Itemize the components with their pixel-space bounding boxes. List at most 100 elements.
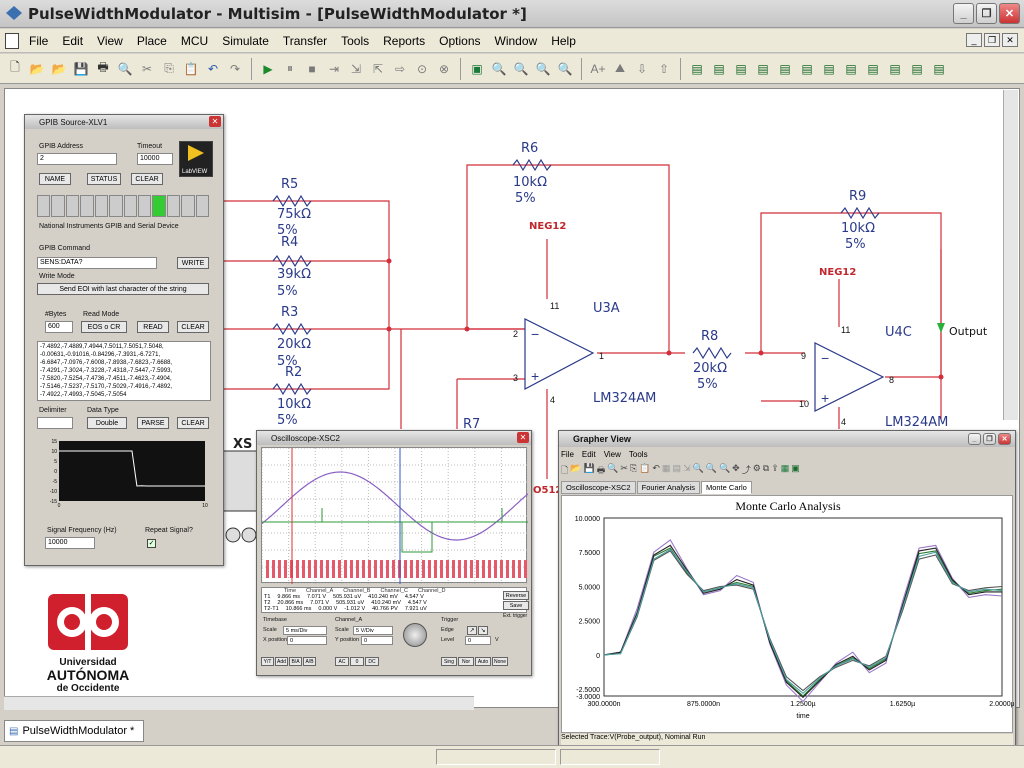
toggle-breakpoint-icon[interactable]: ⊙ [413,60,431,78]
excel-icon[interactable]: ▦ [781,463,790,477]
paste-icon[interactable]: 📋 [182,60,200,78]
write-button[interactable]: WRITE [177,257,209,269]
gpib-command-field[interactable]: SENS:DATA? [37,257,157,269]
zoom-out-icon[interactable]: 🔍 [706,463,717,477]
restore-button[interactable]: ❐ [976,3,997,24]
properties-icon[interactable]: ⚙ [753,463,761,477]
channel-selector-knob[interactable] [403,623,427,647]
zoom-area-icon[interactable]: ▣ [468,60,486,78]
auto-mode-button[interactable]: Auto [475,657,491,666]
write-mode-select[interactable]: Send EOI with last character of the stri… [37,283,209,295]
copy-icon[interactable]: ⎘ [160,60,178,78]
delimiter-field[interactable] [37,417,73,429]
new-icon[interactable]: 🗋 [6,60,24,78]
instrument-logic-analyzer-icon[interactable]: ▤ [842,60,860,78]
instrument-function-generator-icon[interactable]: ▤ [710,60,728,78]
grapher-title-bar[interactable]: Grapher View _ ❐ ✕ [559,431,1015,447]
menu-window[interactable]: Window [495,34,538,48]
yt-button[interactable]: Y/T [261,657,274,666]
menu-file[interactable]: File [29,34,48,48]
instrument-multimeter-icon[interactable]: ▤ [688,60,706,78]
menu-options[interactable]: Options [439,34,480,48]
name-button[interactable]: NAME [39,173,71,185]
instrument-counter-icon[interactable]: ▤ [798,60,816,78]
mdi-close-button[interactable]: ✕ [1002,33,1018,47]
instrument-spectrum-icon[interactable]: ▤ [908,60,926,78]
gpib-source-window[interactable]: GPIB Source-XLV1 ✕ GPIB Address 2 Timeout… [24,114,224,566]
menu-help[interactable]: Help [551,34,576,48]
remove-breakpoints-icon[interactable]: ⊗ [435,60,453,78]
undo-icon[interactable]: ↶ [652,463,660,477]
undo-icon[interactable]: ↶ [204,60,222,78]
copy-icon[interactable]: ⎘ [630,463,637,477]
ab-button[interactable]: A/B [303,657,316,666]
x-position-field[interactable]: 0 [287,636,327,645]
channel-scale-field[interactable]: 5 V/Div [353,626,393,635]
instrument-iv-icon[interactable]: ▤ [864,60,882,78]
add-button[interactable]: Add [275,657,288,666]
signal-frequency-field[interactable]: 10000 [45,537,95,549]
zoom-in-icon[interactable]: 🔍 [693,463,704,477]
dc-coupling-button[interactable]: DC [365,657,379,666]
response-text-area[interactable]: -7.4892,-7.4889,7.4944,7.5011,7.5051,7.5… [37,341,211,401]
rising-edge-icon[interactable]: ↗ [467,626,477,635]
grapher-menu-tools[interactable]: Tools [629,450,648,459]
oscilloscope-screen[interactable] [261,447,529,585]
mdi-minimize-button[interactable]: _ [966,33,982,47]
pan-icon[interactable]: ✥ [732,463,740,477]
clear-parse-button[interactable]: CLEAR [177,417,209,429]
run-icon[interactable]: ▶ [259,60,277,78]
step-over-icon[interactable]: ⇲ [347,60,365,78]
print-icon[interactable]: 🖶 [94,60,112,78]
grapher-view-window[interactable]: Grapher View _ ❐ ✕ File Edit View Tools … [558,430,1016,746]
legend-icon[interactable]: ▤ [672,463,681,477]
open-icon[interactable]: 📂 [28,60,46,78]
falling-edge-icon[interactable]: ↘ [478,626,488,635]
read-mode-select[interactable]: EOS o CR [81,321,127,333]
text-size-icon[interactable]: A+ [589,60,607,78]
menu-transfer[interactable]: Transfer [283,34,327,48]
graph-icon[interactable]: ⛰ [611,60,629,78]
grapher-menu-file[interactable]: File [561,450,574,459]
none-mode-button[interactable]: None [492,657,508,666]
minimize-button[interactable]: _ [953,3,974,24]
print-preview-icon[interactable]: 🔍 [116,60,134,78]
monte-carlo-plot-area[interactable]: Monte Carlo Analysis 10.0000 7.5000 5.0000 2… [561,495,1015,733]
y-position-field[interactable]: 0 [361,636,393,645]
oscilloscope-close-button[interactable]: ✕ [517,432,529,443]
save-icon[interactable]: 💾 [583,463,594,477]
marker-icon[interactable]: ⇧ [655,60,673,78]
vertical-scrollbar[interactable] [1003,90,1018,420]
zoom-full-icon[interactable]: 🔍 [556,60,574,78]
open-sample-icon[interactable]: 📂 [50,60,68,78]
mdi-restore-button[interactable]: ❐ [984,33,1000,47]
zoom-fit-icon[interactable]: 🔍 [534,60,552,78]
tab-fourier[interactable]: Fourier Analysis [636,481,700,494]
horizontal-scrollbar[interactable] [4,696,474,710]
select-trace-icon[interactable]: ⤴ [742,463,751,477]
parse-button[interactable]: PARSE [137,417,169,429]
menu-view[interactable]: View [97,34,123,48]
menu-mcu[interactable]: MCU [181,34,208,48]
timebase-scale-field[interactable]: 5 ms/Div [283,626,327,635]
instrument-distortion-icon[interactable]: ▤ [886,60,904,78]
trigger-level-field[interactable]: 0 [465,636,491,645]
close-button[interactable]: ✕ [999,3,1020,24]
labview-export-icon[interactable]: ▣ [791,463,800,477]
status-button[interactable]: STATUS [87,173,121,185]
ba-button[interactable]: B/A [289,657,302,666]
oscilloscope-title-bar[interactable]: Oscilloscope-XSC2 ✕ [257,431,531,445]
print-icon[interactable]: 🖶 [597,463,606,477]
repeat-signal-checkbox[interactable]: ✓ [147,539,156,548]
open-icon[interactable]: 📂 [570,463,581,477]
print-preview-icon[interactable]: 🔍 [607,463,618,477]
menu-edit[interactable]: Edit [62,34,83,48]
grapher-menu-view[interactable]: View [604,450,621,459]
gpib-address-field[interactable]: 2 [37,153,117,165]
clear-read-button[interactable]: CLEAR [177,321,209,333]
overlay-icon[interactable]: ⧉ [763,463,769,477]
gpib-title-bar[interactable]: GPIB Source-XLV1 ✕ [25,115,223,129]
gpib-close-button[interactable]: ✕ [209,116,221,127]
zoom-fit-icon[interactable]: 🔍 [719,463,730,477]
instrument-wattmeter-icon[interactable]: ▤ [732,60,750,78]
